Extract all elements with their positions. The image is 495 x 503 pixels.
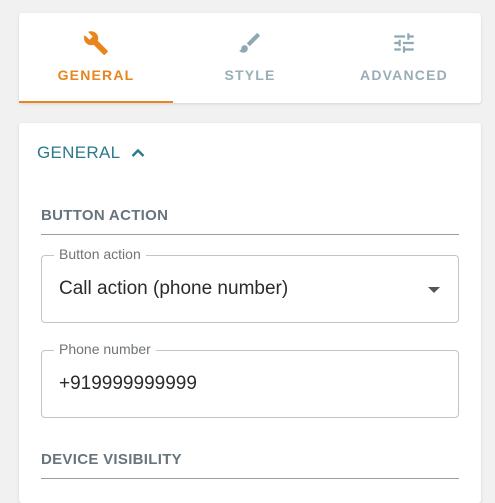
tab-label: STYLE [224,67,276,83]
tab-label: GENERAL [57,67,135,83]
wrench-icon [83,29,109,57]
settings-panel: GENERAL BUTTON ACTION Button action Call… [19,123,481,503]
group-title-button-action: BUTTON ACTION [41,207,169,224]
paintbrush-icon [237,29,263,57]
button-action-select[interactable]: Button action Call action (phone number) [41,246,459,323]
field-label: Phone number [54,341,156,357]
chevron-up-icon [131,148,145,158]
section-toggle-general[interactable]: GENERAL [37,143,145,163]
divider [41,234,459,235]
tab-label: ADVANCED [360,67,448,83]
select-value: Call action (phone number) [59,278,289,299]
tab-bar: GENERAL STYLE ADVANCED [19,13,481,103]
tab-general[interactable]: GENERAL [19,13,173,103]
sliders-icon [391,29,417,57]
phone-number-field[interactable]: Phone number +919999999999 [41,341,459,418]
tab-advanced[interactable]: ADVANCED [327,13,481,103]
phone-number-value: +919999999999 [59,373,197,394]
dropdown-caret-icon [428,287,440,293]
tab-style[interactable]: STYLE [173,13,327,103]
section-title: GENERAL [37,143,121,162]
field-label: Button action [54,246,146,262]
group-title-device-visibility: DEVICE VISIBILITY [41,451,182,468]
divider [41,478,459,479]
